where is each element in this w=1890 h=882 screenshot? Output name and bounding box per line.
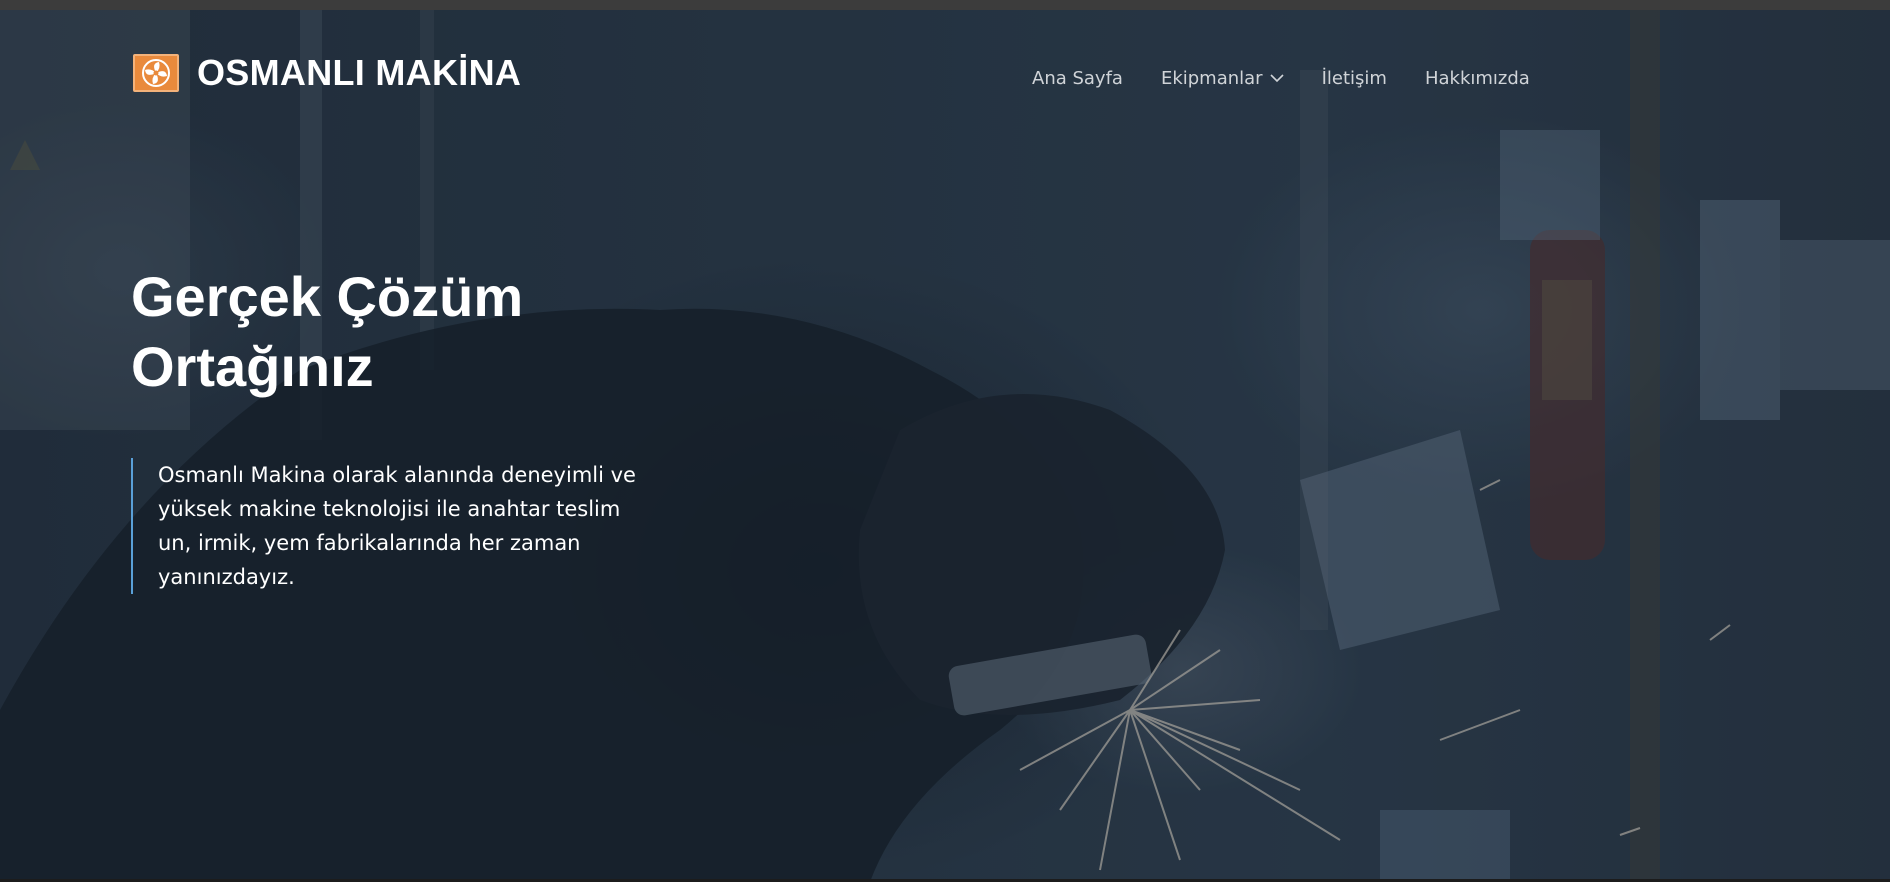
fan-icon [133,54,179,92]
nav-item-ana-sayfa[interactable]: Ana Sayfa [1032,68,1123,89]
hero-headline: Gerçek Çözüm Ortağınız [131,265,524,398]
top-border [0,0,1890,10]
nav-item-label: Ana Sayfa [1032,68,1123,89]
chevron-down-icon [1270,74,1284,83]
nav-item-label: Hakkımızda [1424,68,1530,89]
brand-name: OSMANLI MAKİNA [197,52,522,93]
hero-section: OSMANLI MAKİNA Ana Sayfa Ekipmanlar İlet… [0,10,1890,882]
nav-item-label: İletişim [1321,68,1387,89]
dark-overlay [0,10,1890,882]
brand[interactable]: OSMANLI MAKİNA [133,52,521,94]
hero-intro: Osmanlı Makina olarak alanında deneyimli… [131,458,651,594]
nav-item-hakkimizda[interactable]: Hakkımızda [1425,68,1530,89]
nav-item-iletisim[interactable]: İletişim [1322,68,1387,89]
main-nav: Ana Sayfa Ekipmanlar İletişim Hakkımızda [1032,68,1530,89]
nav-item-ekipmanlar[interactable]: Ekipmanlar [1161,68,1284,89]
nav-item-label: Ekipmanlar [1160,68,1263,89]
